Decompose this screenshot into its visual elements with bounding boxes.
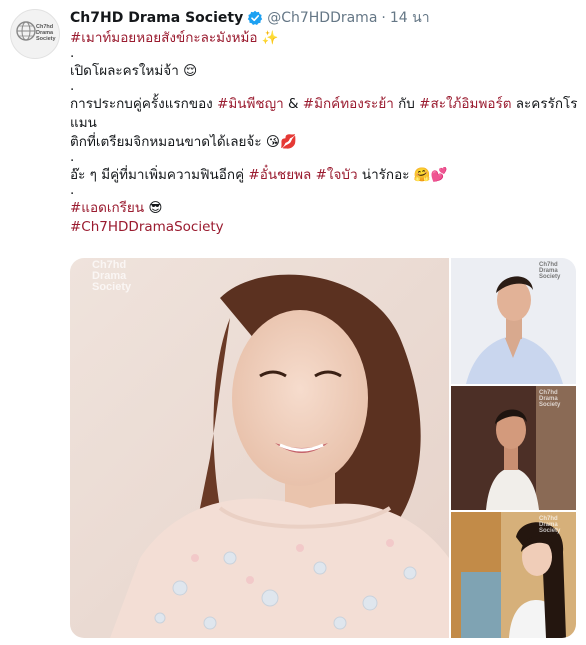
text-segment: น่ารักอะ [357, 167, 410, 183]
watermark-logo: Ch7hd Drama Society [539, 262, 561, 280]
photo-main[interactable]: Ch7hd Drama Society [70, 258, 449, 638]
dot-separator: . [70, 45, 75, 61]
photo-side-2[interactable]: Ch7hd Drama Society [451, 386, 576, 510]
hashtag-link[interactable]: #ใจบัว [316, 167, 358, 183]
hashtag-link[interactable]: #แอดเกรียน [70, 200, 144, 216]
dot-separator: . [70, 182, 75, 198]
tweet-card[interactable]: Ch7hd Drama Society Ch7HD Drama Society … [0, 0, 586, 645]
tweet-text: #เมาท์มอยหอยสังข์กะละมังหม้อ ✨ . เปิดโผล… [70, 29, 578, 237]
kiss-emoji: 😘💋 [265, 134, 297, 150]
hug-heart-emoji: 🤗💕 [413, 167, 448, 183]
display-name[interactable]: Ch7HD Drama Society [70, 10, 243, 26]
text-segment: กับ [393, 96, 420, 112]
text-segment: & [283, 96, 303, 112]
watermark-logo: Ch7hd Drama Society [92, 259, 132, 293]
hashtag-link[interactable]: #Ch7HDDramaSociety [70, 219, 224, 235]
hashtag-link[interactable]: #เมาท์มอยหอยสังข์กะละมังหม้อ [70, 30, 258, 46]
hashtag-link[interactable]: #อั๋นชยพล [248, 167, 311, 183]
dot-separator: . [70, 78, 75, 94]
text-segment: เปิดโผละครใหม่จ้า [70, 63, 179, 79]
tweet-header: Ch7HD Drama Society @Ch7HDDrama · 14 นา [70, 8, 430, 28]
photo-grid: Ch7hd Drama Society Ch7hd Drama Society [70, 258, 576, 638]
photo-side-1[interactable]: Ch7hd Drama Society [451, 258, 576, 384]
photo-side-3[interactable]: Ch7hd Drama Society [451, 512, 576, 638]
relieved-emoji: 😌 [183, 63, 198, 79]
hashtag-link[interactable]: #มินพีชญา [217, 96, 284, 112]
dot-separator: . [70, 149, 75, 165]
separator-dot: · [381, 10, 386, 26]
sparkles-emoji: ✨ [261, 30, 279, 46]
globe-logo-icon: Ch7hd Drama Society [16, 21, 57, 42]
hashtag-link[interactable]: #มิกค์ทองระย้า [303, 96, 394, 112]
text-segment: อ๊ะ ๆ มีคู่ที่มาเพิ่มความฟินอีกคู่ [70, 167, 249, 183]
avatar-text-3: Society [36, 36, 57, 42]
hashtag-link[interactable]: #สะใภ้อิมพอร์ต [419, 96, 511, 112]
verified-badge-icon [247, 10, 263, 26]
user-handle[interactable]: @Ch7HDDrama [267, 10, 377, 26]
watermark-logo: Ch7hd Drama Society [539, 516, 561, 534]
tweet-timestamp[interactable]: 14 นา [390, 7, 430, 29]
text-segment: การประกบคู่ครั้งแรกของ [70, 96, 218, 112]
sunglasses-emoji: 😎 [148, 200, 163, 216]
avatar[interactable]: Ch7hd Drama Society [10, 9, 60, 59]
text-segment: ติกที่เตรียมจิกหมอนขาดได้เลยจ้ะ [70, 134, 262, 150]
watermark-logo: Ch7hd Drama Society [539, 390, 561, 408]
